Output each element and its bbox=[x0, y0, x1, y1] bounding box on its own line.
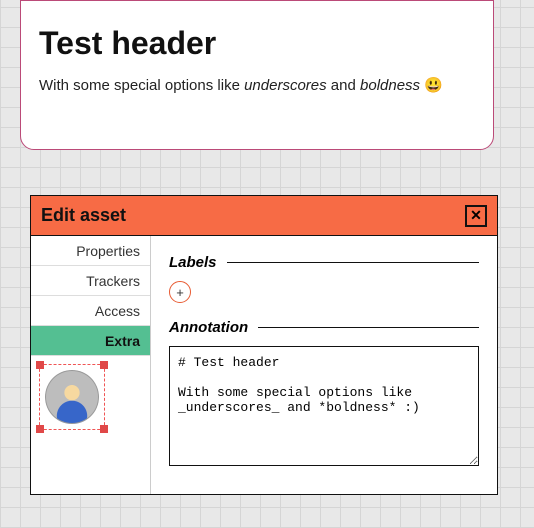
preview-boldness: boldness bbox=[360, 77, 420, 94]
avatar-container bbox=[31, 356, 150, 438]
dialog-body: Properties Trackers Access Extra Labels … bbox=[31, 236, 497, 494]
avatar-icon bbox=[45, 370, 99, 424]
tab-extra[interactable]: Extra bbox=[31, 326, 150, 356]
tab-access[interactable]: Access bbox=[31, 296, 150, 326]
annotation-heading: Annotation bbox=[169, 319, 248, 336]
close-button[interactable]: ✕ bbox=[465, 205, 487, 227]
annotation-section-header: Annotation bbox=[169, 319, 479, 336]
add-label-button[interactable]: + bbox=[169, 281, 191, 303]
preview-text-mid: and bbox=[327, 77, 360, 94]
dialog-title: Edit asset bbox=[41, 205, 126, 226]
divider bbox=[258, 327, 479, 328]
close-icon: ✕ bbox=[470, 207, 482, 224]
preview-underscores: underscores bbox=[244, 77, 327, 94]
dialog-titlebar: Edit asset ✕ bbox=[31, 196, 497, 236]
tab-trackers[interactable]: Trackers bbox=[31, 266, 150, 296]
panel-extra: Labels + Annotation bbox=[151, 236, 497, 494]
edit-asset-dialog: Edit asset ✕ Properties Trackers Access … bbox=[30, 195, 498, 495]
tab-properties[interactable]: Properties bbox=[31, 236, 150, 266]
labels-section-header: Labels bbox=[169, 254, 479, 271]
preview-body: With some special options like underscor… bbox=[39, 76, 475, 94]
preview-card: Test header With some special options li… bbox=[20, 0, 494, 150]
divider bbox=[227, 262, 479, 263]
avatar-selection-box[interactable] bbox=[39, 364, 105, 430]
labels-heading: Labels bbox=[169, 254, 217, 271]
smile-emoji-icon: 😃 bbox=[424, 77, 443, 94]
annotation-textarea[interactable] bbox=[169, 346, 479, 466]
preview-text: With some special options like bbox=[39, 77, 244, 94]
tab-list: Properties Trackers Access Extra bbox=[31, 236, 151, 494]
preview-title: Test header bbox=[39, 25, 475, 62]
